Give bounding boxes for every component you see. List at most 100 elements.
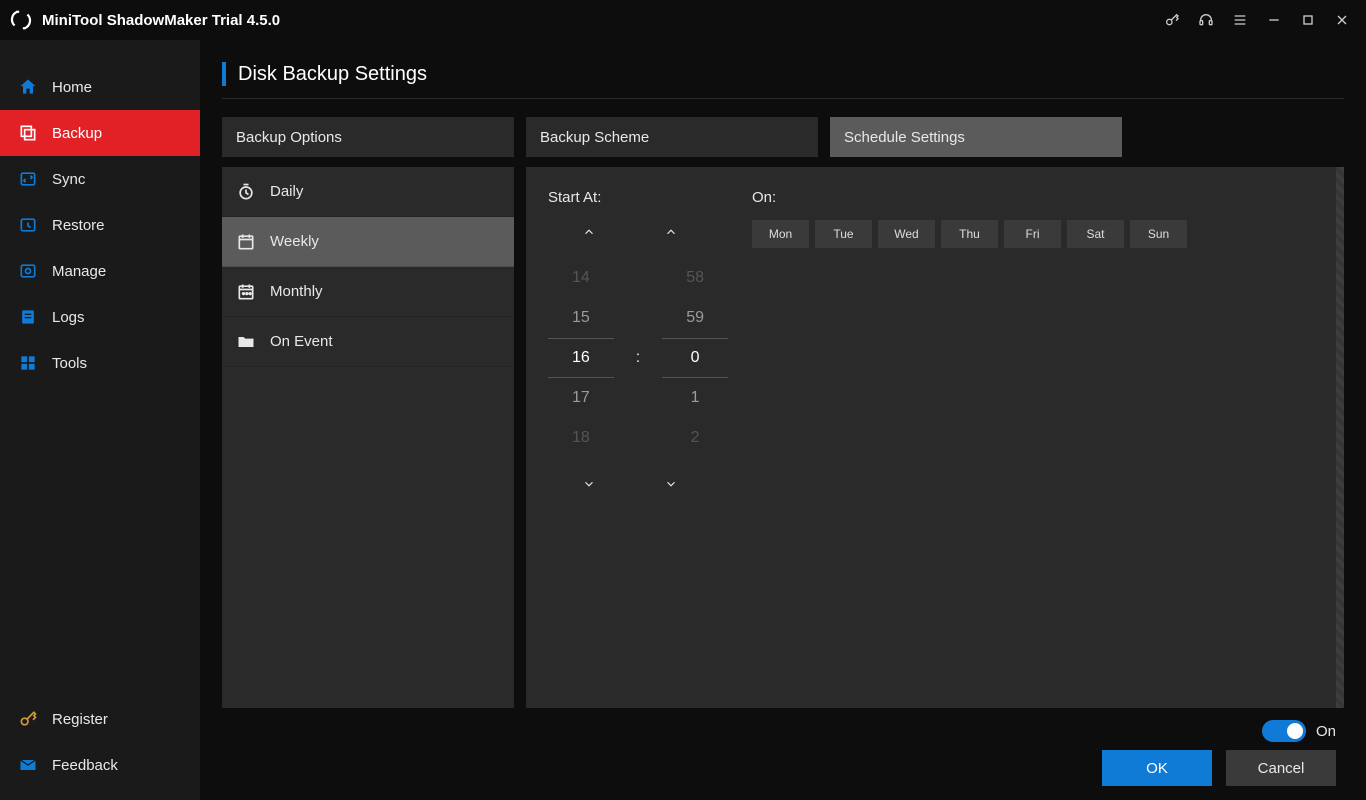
minute-up-button[interactable] xyxy=(656,220,686,244)
sidebar-item-label: Restore xyxy=(52,217,105,234)
calendar-week-icon xyxy=(236,232,256,252)
hour-value: 17 xyxy=(548,378,614,418)
tab-backup-scheme[interactable]: Backup Scheme xyxy=(526,117,818,157)
content-area: Disk Backup Settings Backup Options Back… xyxy=(200,40,1366,800)
mail-icon xyxy=(18,755,38,775)
sidebar-item-restore[interactable]: Restore xyxy=(0,202,200,248)
hour-value: 15 xyxy=(548,298,614,338)
ok-label: OK xyxy=(1146,760,1168,777)
tab-label: Schedule Settings xyxy=(844,129,965,146)
time-separator: : xyxy=(636,349,640,367)
titlebar-close-icon[interactable] xyxy=(1328,6,1356,34)
hour-down-button[interactable] xyxy=(574,472,604,496)
day-label: Mon xyxy=(769,227,792,241)
day-label: Tue xyxy=(833,227,853,241)
minute-down-button[interactable] xyxy=(656,472,686,496)
manage-icon xyxy=(18,261,38,281)
sidebar-item-backup[interactable]: Backup xyxy=(0,110,200,156)
ok-button[interactable]: OK xyxy=(1102,750,1212,786)
minute-wheel[interactable]: 58 59 0 1 2 xyxy=(662,258,728,458)
titlebar-key-icon[interactable] xyxy=(1158,6,1186,34)
tools-icon xyxy=(18,353,38,373)
freq-monthly[interactable]: Monthly xyxy=(222,267,514,317)
schedule-settings-panel: Start At: 14 15 16 17 18 xyxy=(526,167,1344,708)
minute-value: 59 xyxy=(662,298,728,338)
sidebar-item-tools[interactable]: Tools xyxy=(0,340,200,386)
start-at-label: Start At: xyxy=(548,189,728,206)
scrollbar[interactable] xyxy=(1336,167,1344,708)
freq-label: Daily xyxy=(270,183,303,200)
day-fri[interactable]: Fri xyxy=(1004,220,1061,248)
title-accent xyxy=(222,62,226,86)
freq-weekly[interactable]: Weekly xyxy=(222,217,514,267)
sidebar-feedback[interactable]: Feedback xyxy=(0,742,200,788)
day-label: Fri xyxy=(1026,227,1040,241)
hour-selected: 16 xyxy=(548,338,614,378)
day-label: Thu xyxy=(959,227,980,241)
freq-label: Weekly xyxy=(270,233,319,250)
titlebar-minimize-icon[interactable] xyxy=(1260,6,1288,34)
sidebar-item-logs[interactable]: Logs xyxy=(0,294,200,340)
hour-up-button[interactable] xyxy=(574,220,604,244)
home-icon xyxy=(18,77,38,97)
page-title: Disk Backup Settings xyxy=(238,63,427,86)
sidebar-item-label: Home xyxy=(52,79,92,96)
freq-on-event[interactable]: On Event xyxy=(222,317,514,367)
sidebar-feedback-label: Feedback xyxy=(52,757,118,774)
day-thu[interactable]: Thu xyxy=(941,220,998,248)
restore-icon xyxy=(18,215,38,235)
minute-selected: 0 xyxy=(662,338,728,378)
day-mon[interactable]: Mon xyxy=(752,220,809,248)
tabs-row: Backup Options Backup Scheme Schedule Se… xyxy=(222,117,1344,157)
titlebar: MiniTool ShadowMaker Trial 4.5.0 xyxy=(0,0,1366,40)
tab-schedule-settings[interactable]: Schedule Settings xyxy=(830,117,1122,157)
hour-wheel[interactable]: 14 15 16 17 18 xyxy=(548,258,614,458)
app-title: MiniTool ShadowMaker Trial 4.5.0 xyxy=(42,12,280,29)
sidebar: Home Backup Sync Restore Manage Logs xyxy=(0,40,200,800)
sidebar-item-label: Tools xyxy=(52,355,87,372)
sidebar-register[interactable]: Register xyxy=(0,696,200,742)
key-icon xyxy=(18,709,38,729)
sidebar-item-manage[interactable]: Manage xyxy=(0,248,200,294)
on-label: On: xyxy=(752,189,1328,206)
cancel-button[interactable]: Cancel xyxy=(1226,750,1336,786)
backup-icon xyxy=(18,123,38,143)
schedule-toggle-label: On xyxy=(1316,723,1336,740)
calendar-month-icon xyxy=(236,282,256,302)
day-tue[interactable]: Tue xyxy=(815,220,872,248)
page-title-row: Disk Backup Settings xyxy=(222,62,1344,99)
day-label: Sat xyxy=(1086,227,1104,241)
logs-icon xyxy=(18,307,38,327)
titlebar-maximize-icon[interactable] xyxy=(1294,6,1322,34)
sidebar-item-home[interactable]: Home xyxy=(0,64,200,110)
day-label: Wed xyxy=(894,227,918,241)
day-sun[interactable]: Sun xyxy=(1130,220,1187,248)
footer: On xyxy=(222,708,1344,742)
app-logo-icon xyxy=(10,9,32,31)
minute-value: 58 xyxy=(662,258,728,298)
day-wed[interactable]: Wed xyxy=(878,220,935,248)
footer-buttons: OK Cancel xyxy=(222,742,1344,786)
tab-label: Backup Options xyxy=(236,129,342,146)
day-label: Sun xyxy=(1148,227,1169,241)
schedule-toggle[interactable] xyxy=(1262,720,1306,742)
titlebar-menu-icon[interactable] xyxy=(1226,6,1254,34)
frequency-panel: Daily Weekly Monthly On Event xyxy=(222,167,514,708)
minute-value: 2 xyxy=(662,418,728,458)
day-sat[interactable]: Sat xyxy=(1067,220,1124,248)
sidebar-item-label: Backup xyxy=(52,125,102,142)
sync-icon xyxy=(18,169,38,189)
schedule-toggle-wrap: On xyxy=(1262,720,1336,742)
start-at-column: Start At: 14 15 16 17 18 xyxy=(548,189,728,496)
tab-label: Backup Scheme xyxy=(540,129,649,146)
sidebar-item-label: Manage xyxy=(52,263,106,280)
folder-icon xyxy=(236,332,256,352)
freq-daily[interactable]: Daily xyxy=(222,167,514,217)
sidebar-item-sync[interactable]: Sync xyxy=(0,156,200,202)
sidebar-register-label: Register xyxy=(52,711,108,728)
titlebar-headset-icon[interactable] xyxy=(1192,6,1220,34)
hour-value: 18 xyxy=(548,418,614,458)
tab-backup-options[interactable]: Backup Options xyxy=(222,117,514,157)
days-column: On: Mon Tue Wed Thu Fri Sat Sun xyxy=(752,189,1328,496)
cancel-label: Cancel xyxy=(1258,760,1305,777)
